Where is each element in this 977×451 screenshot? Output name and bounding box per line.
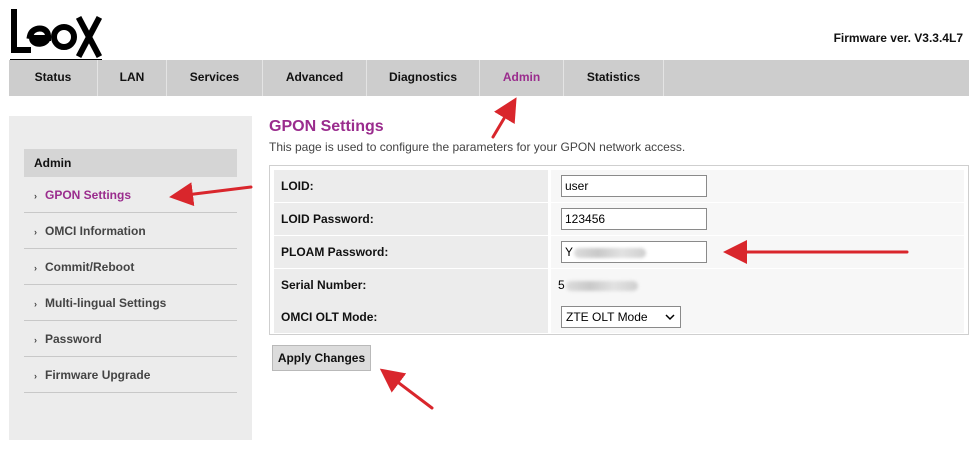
- loid-password-row: LOID Password: 123456: [274, 203, 964, 235]
- serial-number-value: 5: [558, 269, 638, 301]
- tab-diagnostics[interactable]: Diagnostics: [367, 60, 480, 96]
- tab-lan[interactable]: LAN: [98, 60, 167, 96]
- bullet-icon: ›: [34, 299, 37, 309]
- sidebar-item-label: Commit/Reboot: [45, 260, 135, 274]
- serial-number-text: 5: [558, 278, 565, 292]
- loid-password-label: LOID Password:: [274, 203, 548, 235]
- sidebar-item-firmware-upgrade[interactable]: › Firmware Upgrade: [24, 357, 237, 393]
- page-description: This page is used to configure the param…: [269, 140, 686, 154]
- firmware-version: Firmware ver. V3.3.4L7: [833, 31, 963, 45]
- bullet-icon: ›: [34, 227, 37, 237]
- top-nav: Status LAN Services Advanced Diagnostics…: [9, 60, 969, 96]
- sidebar-item-commit-reboot[interactable]: › Commit/Reboot: [24, 249, 237, 285]
- sidebar-item-multi-lingual-settings[interactable]: › Multi-lingual Settings: [24, 285, 237, 321]
- sidebar-item-label: Firmware Upgrade: [45, 368, 151, 382]
- blurred-redaction: [565, 280, 638, 291]
- chevron-down-icon: [665, 307, 675, 335]
- arrow-to-apply-button: [379, 368, 434, 410]
- bullet-icon: ›: [34, 191, 37, 201]
- sidebar: Admin › GPON Settings › OMCI Information ›…: [9, 116, 252, 440]
- loid-input[interactable]: user: [561, 175, 707, 197]
- bullet-icon: ›: [34, 335, 37, 345]
- sidebar-item-gpon-settings[interactable]: › GPON Settings: [24, 177, 237, 213]
- sidebar-header: Admin: [24, 149, 237, 177]
- omci-olt-mode-value: ZTE OLT Mode: [566, 310, 648, 324]
- sidebar-item-label: Password: [45, 332, 102, 346]
- arrow-to-admin-tab: [491, 97, 517, 139]
- sidebar-item-password[interactable]: › Password: [24, 321, 237, 357]
- loid-label: LOID:: [274, 170, 548, 202]
- tab-admin[interactable]: Admin: [480, 60, 564, 96]
- bullet-icon: ›: [34, 371, 37, 381]
- omci-olt-mode-row: OMCI OLT Mode: ZTE OLT Mode: [274, 301, 964, 333]
- page-title: GPON Settings: [269, 118, 384, 135]
- omci-olt-mode-select[interactable]: ZTE OLT Mode: [561, 306, 681, 328]
- ploam-password-value: Y: [565, 245, 574, 259]
- sidebar-item-label: Multi-lingual Settings: [45, 296, 167, 310]
- tab-services[interactable]: Services: [167, 60, 263, 96]
- tab-status[interactable]: Status: [9, 60, 98, 96]
- sidebar-item-omci-information[interactable]: › OMCI Information: [24, 213, 237, 249]
- serial-number-row: Serial Number: 5: [274, 269, 964, 301]
- ploam-password-input[interactable]: Y: [561, 241, 707, 263]
- loid-password-input[interactable]: 123456: [561, 208, 707, 230]
- blurred-redaction: [574, 247, 647, 258]
- gpon-settings-form: LOID: user LOID Password: 123456 PLOAM P…: [269, 165, 969, 335]
- tab-statistics[interactable]: Statistics: [564, 60, 664, 96]
- tab-advanced[interactable]: Advanced: [263, 60, 367, 96]
- apply-changes-button[interactable]: Apply Changes: [272, 345, 371, 371]
- ploam-password-row: PLOAM Password: Y: [274, 236, 964, 268]
- loid-row: LOID: user: [274, 170, 964, 202]
- omci-olt-mode-label: OMCI OLT Mode:: [274, 301, 548, 333]
- sidebar-item-label: OMCI Information: [45, 224, 146, 238]
- serial-number-label: Serial Number:: [274, 269, 548, 301]
- sidebar-item-label: GPON Settings: [45, 188, 132, 202]
- leox-logo: [8, 6, 104, 62]
- bullet-icon: ›: [34, 263, 37, 273]
- ploam-password-label: PLOAM Password:: [274, 236, 548, 268]
